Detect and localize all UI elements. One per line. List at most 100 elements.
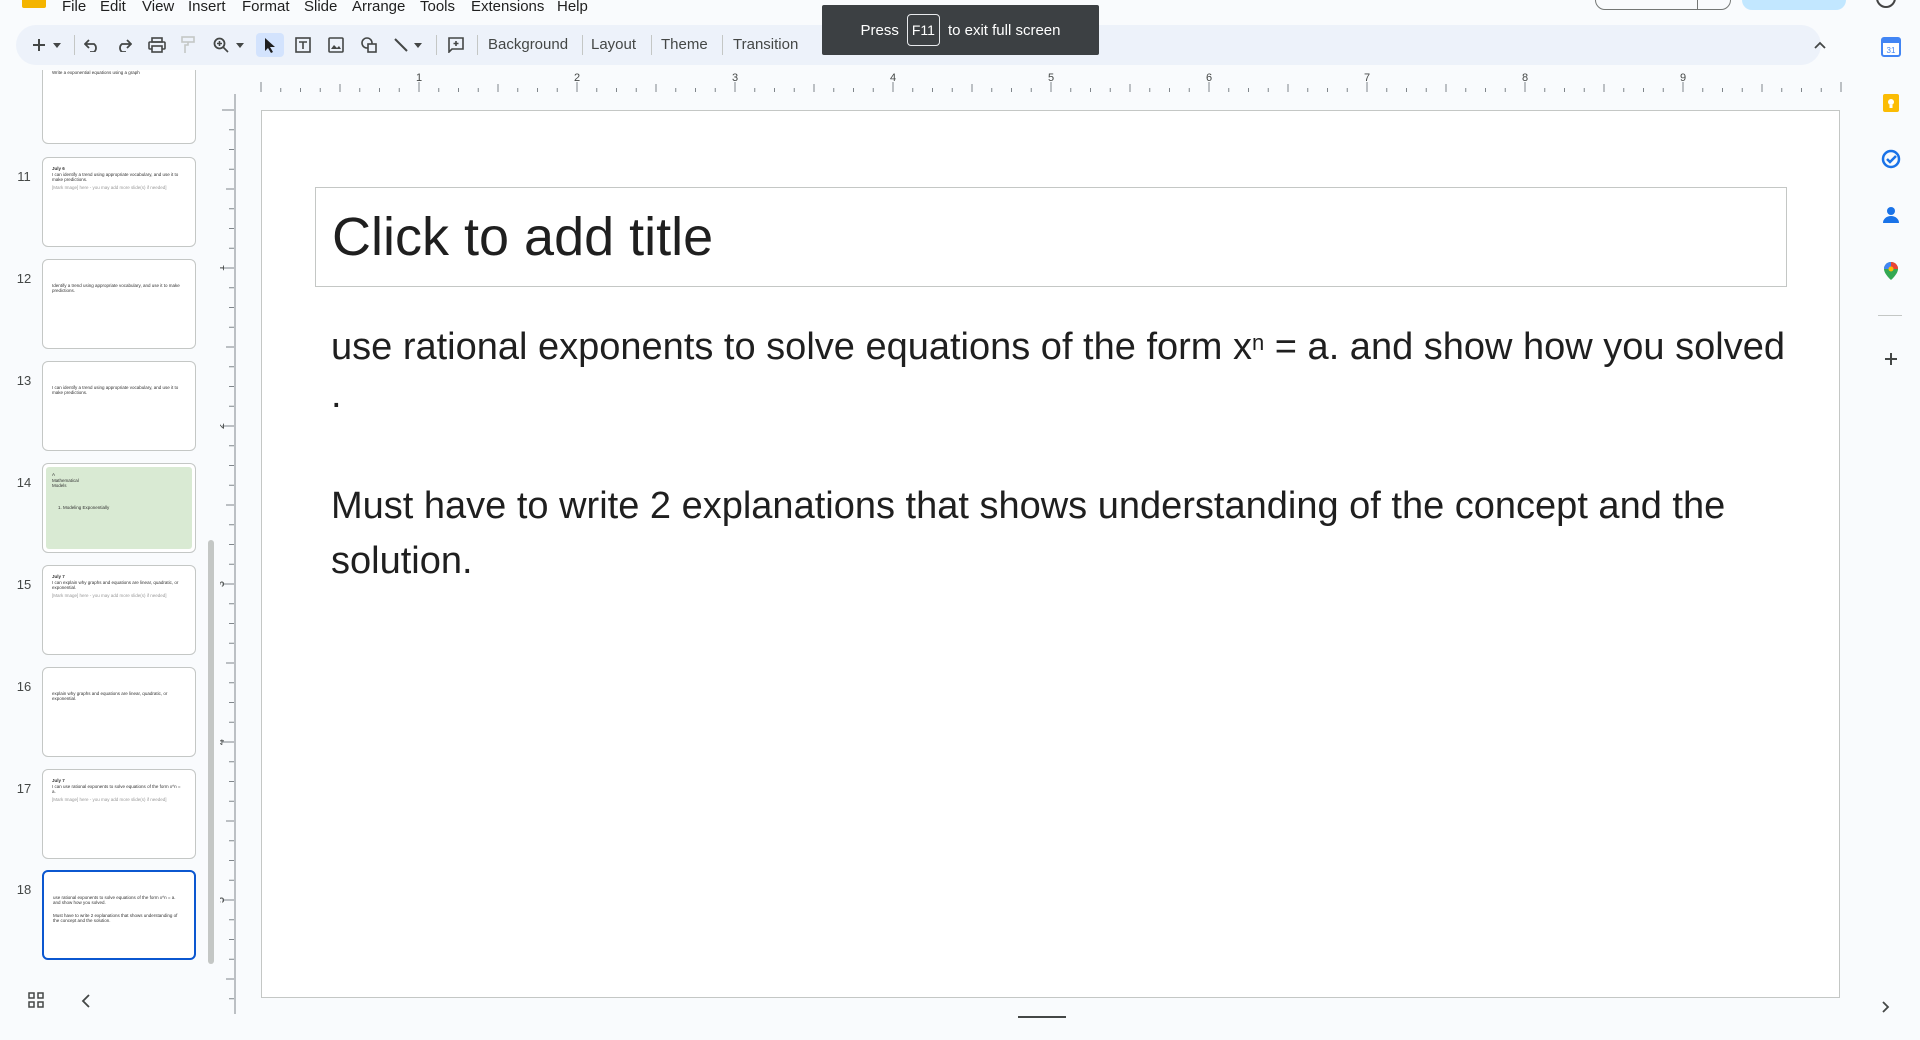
add-icon[interactable] — [1880, 348, 1902, 370]
filmstrip-slide-18[interactable]: 18 use rational exponents to solve equat… — [0, 870, 210, 960]
filmstrip-slide-17[interactable]: 17 July 7 I can use rational exponents t… — [0, 769, 210, 859]
thumbnail-text: [Mark Image] here - you may add more sli… — [52, 185, 167, 190]
toolbar-divider — [477, 35, 478, 55]
slide-number: 18 — [16, 882, 32, 897]
thumbnail-text: Must have to write 2 explanations that s… — [53, 913, 178, 923]
filmstrip-slide-11[interactable]: 11 July 6 I can identify a trend using a… — [0, 157, 210, 247]
thumbnail-text: Write a exponential equations using a gr… — [52, 70, 140, 75]
ruler-label: 5 — [1048, 72, 1054, 84]
filmstrip-scrollbar[interactable] — [208, 540, 214, 964]
filmstrip-slide-14[interactable]: 14 A Mathematical Models 1. Modeling Exp… — [0, 463, 210, 553]
comment-icon[interactable] — [445, 33, 467, 57]
shape-icon[interactable] — [358, 33, 380, 57]
thumbnail-text: use rational exponents to solve equation… — [53, 895, 176, 905]
filmstrip-slide-16[interactable]: 16 explain why graphs and equations are … — [0, 667, 210, 757]
slide-thumbnail-selected[interactable]: use rational exponents to solve equation… — [42, 870, 196, 960]
menu-file[interactable]: File — [62, 0, 86, 15]
text-box-icon[interactable] — [292, 33, 314, 57]
filmstrip-slide-10[interactable]: Write a exponential equations using a gr… — [0, 70, 210, 144]
slide-canvas[interactable]: Click to add title use rational exponent… — [261, 110, 1840, 998]
title-placeholder-text[interactable]: Click to add title — [332, 206, 713, 268]
thumbnail-text: I can use rational exponents to solve eq… — [52, 784, 181, 794]
thumbnail-text: [Mark Image] here - you may add more sli… — [52, 797, 167, 802]
slide-thumbnail[interactable]: Write a exponential equations using a gr… — [42, 70, 196, 144]
slide-thumbnail[interactable]: A Mathematical Models 1. Modeling Expone… — [42, 463, 196, 553]
ruler-label: 2 — [220, 423, 227, 429]
menu-arrange[interactable]: Arrange — [352, 0, 405, 15]
exponent-superscript: n — [1252, 330, 1265, 355]
ruler-label: 2 — [574, 72, 580, 84]
thumbnail-text: July 6 — [52, 166, 65, 171]
undo-icon[interactable] — [82, 33, 102, 57]
grid-view-icon[interactable] — [26, 992, 46, 1012]
image-icon[interactable] — [325, 33, 347, 57]
ruler-label: 3 — [732, 72, 738, 84]
menu-view[interactable]: View — [142, 0, 174, 15]
toolbar-divider — [722, 35, 723, 55]
expand-side-panel-icon[interactable] — [1882, 1000, 1890, 1016]
thumbnail-text: [Mark Image] here - you may add more sli… — [52, 593, 167, 598]
thumbnail-text: Models — [52, 483, 67, 488]
calendar-icon[interactable]: 31 — [1880, 36, 1902, 58]
new-slide-dropdown-icon[interactable] — [50, 33, 64, 57]
layout-button[interactable]: Layout — [591, 36, 636, 53]
line-dropdown-icon[interactable] — [412, 33, 424, 57]
fullscreen-toast: Press F11 to exit full screen — [822, 5, 1099, 55]
theme-button[interactable]: Theme — [661, 36, 708, 53]
thumbnail-text: explain why graphs and equations are lin… — [52, 691, 168, 701]
filmstrip-slide-12[interactable]: 12 Identify a trend using appropriate vo… — [0, 259, 210, 349]
keep-icon[interactable] — [1880, 92, 1902, 114]
tasks-icon[interactable] — [1880, 148, 1902, 170]
select-icon[interactable] — [256, 33, 284, 57]
toolbar-divider — [74, 35, 75, 55]
paint-format-icon[interactable] — [178, 33, 198, 57]
line-icon[interactable] — [391, 33, 411, 57]
contacts-icon[interactable] — [1880, 204, 1902, 226]
zoom-dropdown-icon[interactable] — [234, 33, 246, 57]
slide-thumbnail[interactable]: July 6 I can identify a trend using appr… — [42, 157, 196, 247]
ruler-label: 1 — [416, 72, 422, 84]
new-slide-icon[interactable] — [30, 33, 48, 57]
slide-thumbnail[interactable]: July 7 I can explain why graphs and equa… — [42, 565, 196, 655]
title-placeholder[interactable]: Click to add title — [315, 187, 1787, 287]
collapse-filmstrip-icon[interactable] — [76, 992, 96, 1012]
vertical-ruler[interactable]: 1 2 3 4 5 — [220, 94, 236, 1014]
body-paragraph-1: use rational exponents to solve equation… — [331, 323, 1801, 419]
ruler-label: 8 — [1522, 72, 1528, 84]
redo-icon[interactable] — [114, 33, 134, 57]
menu-help[interactable]: Help — [557, 0, 588, 15]
menu-insert[interactable]: Insert — [188, 0, 226, 15]
zoom-icon[interactable] — [210, 33, 232, 57]
print-icon[interactable] — [146, 33, 168, 57]
maps-icon[interactable] — [1880, 260, 1902, 282]
thumbnail-text: July 7 — [52, 778, 65, 783]
slideshow-button[interactable] — [1595, 0, 1731, 10]
menu-slide[interactable]: Slide — [304, 0, 337, 15]
slide-thumbnail[interactable]: explain why graphs and equations are lin… — [42, 667, 196, 757]
filmstrip-slide-13[interactable]: 13 I can identify a trend using appropri… — [0, 361, 210, 451]
slides-logo-icon[interactable] — [22, 0, 46, 8]
thumbnail-text: July 7 — [52, 574, 65, 579]
collapse-toolbar-icon[interactable] — [1810, 33, 1830, 57]
ruler-label: 7 — [1364, 72, 1370, 84]
side-panel-divider — [1878, 315, 1902, 316]
menu-tools[interactable]: Tools — [420, 0, 455, 15]
share-button[interactable] — [1742, 0, 1846, 10]
ruler-label: 4 — [220, 739, 227, 745]
speaker-notes-handle[interactable] — [1018, 1016, 1066, 1018]
horizontal-ruler[interactable]: 1 2 3 4 5 6 7 8 9 — [236, 70, 1844, 94]
slide-thumbnail[interactable]: Identify a trend using appropriate vocab… — [42, 259, 196, 349]
thumbnail-text: 1. Modeling Exponentially — [58, 505, 110, 510]
body-text-box[interactable]: use rational exponents to solve equation… — [331, 323, 1801, 589]
background-button[interactable]: Background — [488, 36, 568, 53]
body-paragraph-2: Must have to write 2 explanations that s… — [331, 485, 1726, 582]
menu-edit[interactable]: Edit — [100, 0, 126, 15]
slide-thumbnail[interactable]: July 7 I can use rational exponents to s… — [42, 769, 196, 859]
menu-extensions[interactable]: Extensions — [471, 0, 544, 15]
filmstrip-slide-15[interactable]: 15 July 7 I can explain why graphs and e… — [0, 565, 210, 655]
body-text-1a: use rational exponents to solve equation… — [331, 326, 1252, 368]
slide-thumbnail[interactable]: I can identify a trend using appropriate… — [42, 361, 196, 451]
account-avatar[interactable] — [1876, 0, 1896, 8]
menu-format[interactable]: Format — [242, 0, 290, 15]
transition-button[interactable]: Transition — [733, 36, 798, 53]
